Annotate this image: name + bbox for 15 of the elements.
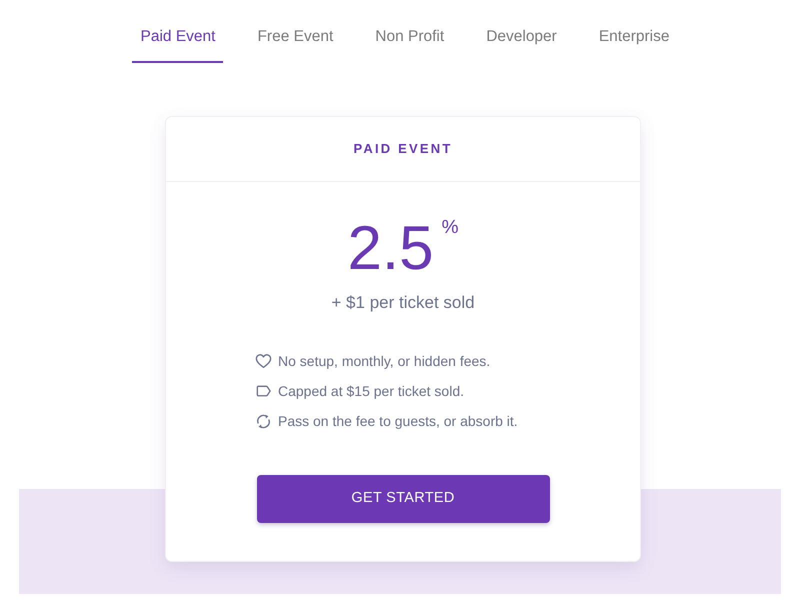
tab[interactable]: Non Profit [367, 22, 452, 63]
tab[interactable]: Enterprise [590, 22, 678, 63]
feature-text: No setup, monthly, or hidden fees. [278, 352, 490, 372]
plan-title: PAID EVENT [353, 140, 453, 158]
feature-text: Capped at $15 per ticket sold. [278, 382, 464, 402]
feature-text: Pass on the fee to guests, or absorb it. [278, 412, 518, 432]
price-unit: % [442, 218, 459, 237]
sync-icon [255, 412, 272, 430]
tab[interactable]: Developer [478, 22, 565, 63]
price-value: 2.5 [347, 218, 434, 280]
heart-icon [255, 352, 272, 370]
price-subtitle: + $1 per ticket sold [330, 292, 476, 314]
get-started-button[interactable]: GET STARTED [256, 475, 550, 524]
tab[interactable]: Free Event [249, 22, 342, 63]
tab[interactable]: Paid Event [132, 22, 224, 63]
